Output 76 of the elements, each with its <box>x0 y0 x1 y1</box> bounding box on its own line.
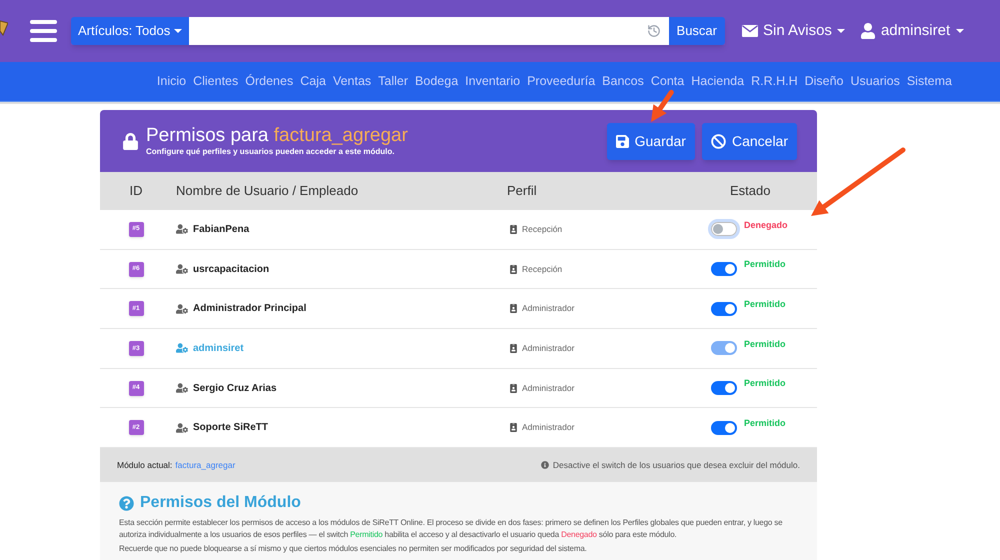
user-name: Soporte SiReTT <box>193 421 268 436</box>
module-label: Módulo actual: <box>117 458 172 472</box>
user-name: usrcapacitacion <box>193 262 270 277</box>
notifications-menu[interactable]: Sin Avisos <box>742 20 845 42</box>
nav-link[interactable]: Diseño <box>804 72 844 91</box>
nav-link[interactable]: Órdenes <box>245 72 294 91</box>
column-header: Nombre de Usuario / Empleado <box>175 182 360 200</box>
save-button[interactable]: Guardar <box>606 122 695 160</box>
nav-link[interactable]: Sistema <box>906 72 952 91</box>
hint-text: Desactive el switch de los usuarios que desea excluir del módulo. <box>552 458 800 472</box>
caret-icon <box>956 29 964 33</box>
nav-link[interactable]: Taller <box>378 72 408 91</box>
id-card-icon <box>510 304 517 314</box>
nav-link[interactable]: Usuarios <box>850 72 900 91</box>
toggle-switch[interactable] <box>711 381 737 396</box>
nav-link[interactable]: Bodega <box>415 72 458 91</box>
profile-name: Recepción <box>522 222 562 236</box>
column-header: Estado <box>729 182 772 200</box>
user-name: Administrador Principal <box>193 302 306 316</box>
mail-icon <box>742 25 758 37</box>
status-label: Permitido <box>744 338 786 351</box>
toggle-switch[interactable] <box>711 420 737 435</box>
nav-link[interactable]: Ventas <box>332 72 372 91</box>
nav-link[interactable]: Proveeduría <box>527 72 596 91</box>
user-name: Sergio Cruz Arias <box>193 382 277 396</box>
nav-link[interactable]: Clientes <box>193 72 238 91</box>
status-label: Permitido <box>744 298 786 311</box>
profile-name: Recepción <box>522 262 562 276</box>
caret-icon <box>836 29 845 33</box>
help-icon <box>119 496 134 511</box>
profile-name: Administrador <box>522 342 574 355</box>
column-header: ID <box>128 182 144 200</box>
search-button[interactable]: Buscar <box>668 17 725 45</box>
status-label: Permitido <box>744 258 786 272</box>
nav-link[interactable]: R.R.H.H <box>751 72 798 91</box>
user-name: adminsiret <box>193 342 244 356</box>
info-icon <box>540 461 549 470</box>
save-icon <box>616 134 629 148</box>
column-header: Perfil <box>506 182 538 200</box>
help-title: Permisos del Módulo <box>140 493 301 514</box>
lock-icon <box>123 132 138 150</box>
menu-icon[interactable] <box>30 20 57 42</box>
panel-title: Permisos para factura_agregar <box>146 125 408 147</box>
user-name: FabianPena <box>193 222 250 237</box>
history-icon[interactable] <box>646 24 661 38</box>
profile-name: Administrador <box>522 302 574 316</box>
id-card-icon <box>510 264 517 274</box>
module-link[interactable]: factura_agregar <box>175 458 236 472</box>
nav-link[interactable]: Caja <box>300 72 326 91</box>
logo-icon <box>0 20 8 36</box>
user-menu[interactable]: adminsiret <box>860 20 964 42</box>
user-icon <box>860 23 875 39</box>
profile-name: Administrador <box>522 421 574 434</box>
nav-link[interactable]: Bancos <box>602 72 644 91</box>
cancel-icon <box>710 134 726 148</box>
status-label: Permitido <box>744 377 786 390</box>
nav-link[interactable]: Inventario <box>465 72 520 91</box>
cancel-button[interactable]: Cancelar <box>702 122 797 160</box>
caret-icon <box>174 29 182 33</box>
nav-link[interactable]: Inicio <box>156 72 186 91</box>
status-label: Denegado <box>744 218 788 232</box>
status-label: Permitido <box>744 417 786 430</box>
profile-name: Administrador <box>522 382 574 394</box>
id-card-icon <box>510 384 517 393</box>
nav-link[interactable]: Conta <box>650 72 684 91</box>
search-field[interactable] <box>189 17 669 45</box>
id-card-icon <box>510 423 517 432</box>
panel-subtitle: Configure qué perfiles y usuarios pueden acceder a este módulo. <box>146 147 396 157</box>
help-paragraph: Esta sección permite establecer los permisos de acceso a los módulos de SiReTT Online. El proceso se divide en dos fases: primero se definen los Perfiles globales que pueden entrar, y luego se autoriza individualmente a los usuarios de esos perfiles — el switch Permitido habilita el acceso y al desactivarlo el usuario queda Denegado sólo para este módulo. <box>119 517 784 542</box>
toggle-switch[interactable] <box>711 302 737 316</box>
id-card-icon <box>510 224 517 234</box>
nav-link[interactable]: Hacienda <box>691 72 744 91</box>
search-scope-dropdown[interactable]: Artículos: Todos <box>71 17 190 45</box>
id-card-icon <box>510 344 517 353</box>
help-note: Recuerde que no puede bloquearse a sí mismo y que ciertos módulos esenciales no permiten ser modificados por seguridad del sistema. <box>119 544 588 554</box>
toggle-switch[interactable] <box>711 262 737 276</box>
